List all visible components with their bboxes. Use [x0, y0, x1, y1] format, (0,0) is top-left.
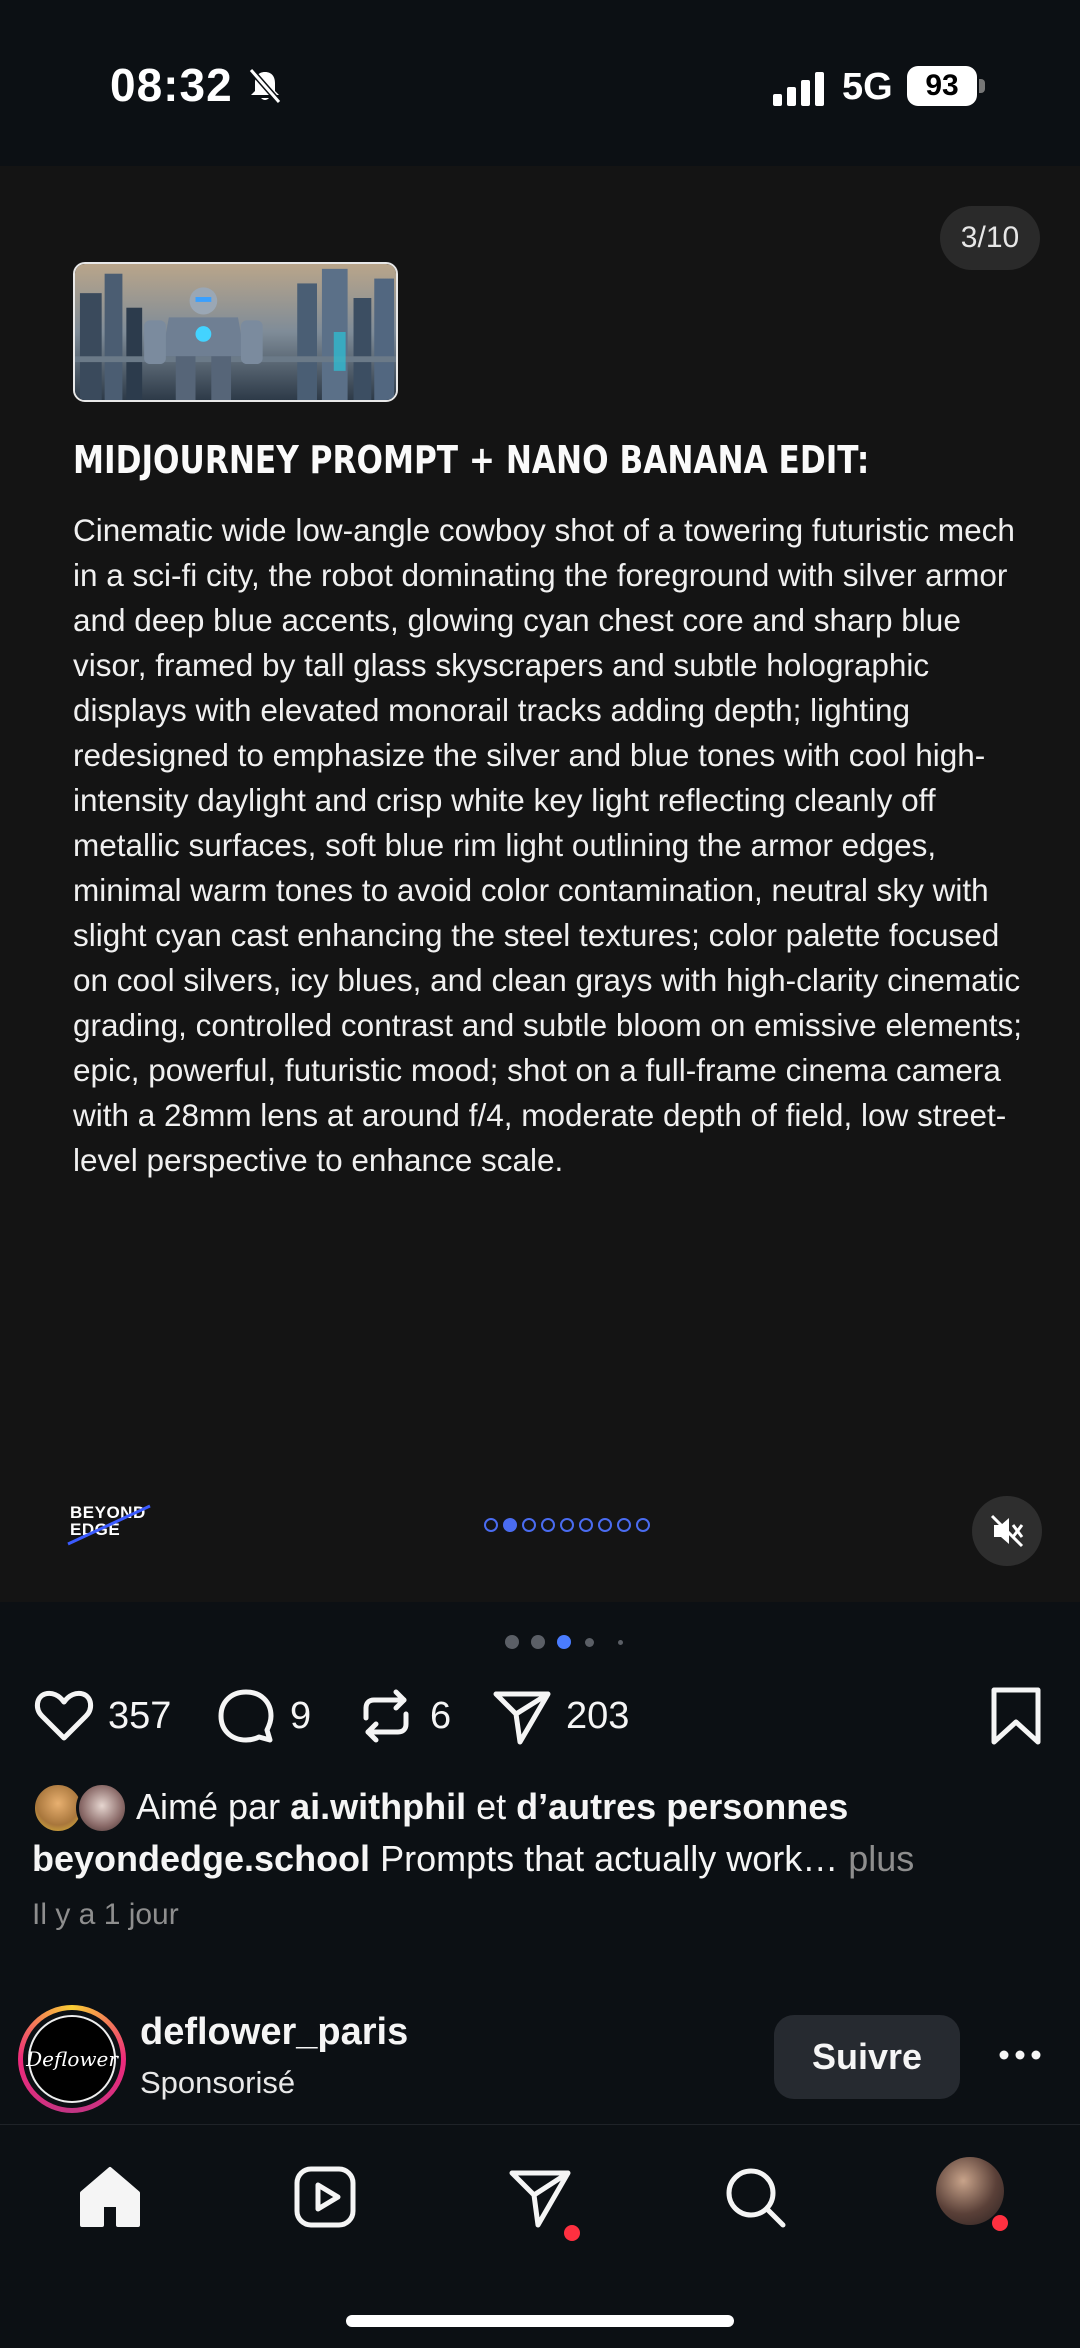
slide-dot [522, 1518, 536, 1532]
beyond-edge-logo: BEYOND EDGE [64, 1502, 154, 1548]
comment-count: 9 [290, 1694, 312, 1737]
slide-dot [579, 1518, 593, 1532]
caption-text: Prompts that actually work… [380, 1838, 839, 1879]
brand-slash-mark [67, 1504, 151, 1546]
slide-dot [560, 1518, 574, 1532]
slide-dot-active [503, 1518, 517, 1532]
silent-bell-icon [248, 68, 282, 104]
screen: 08:32 5G 93 3/10 MIDJOURNEY PROMPT + NAN… [0, 0, 1080, 2348]
follow-button[interactable]: Suivre [774, 2015, 960, 2099]
like-action[interactable]: 357 [32, 1680, 171, 1752]
slide-prompt-text: Cinematic wide low-angle cowboy shot of … [73, 512, 1023, 1178]
more-options-icon[interactable] [996, 2035, 1044, 2075]
slide-dot [598, 1518, 612, 1532]
repost-action[interactable]: 6 [354, 1680, 451, 1752]
post-timestamp: Il y a 1 jour [32, 1898, 179, 1931]
caption-username[interactable]: beyondedge.school [32, 1838, 370, 1879]
liked-by-line[interactable]: Aimé par ai.withphil et d’autres personn… [32, 1778, 848, 1836]
liked-by-prefix: Aimé par [136, 1786, 281, 1827]
carousel-dot [618, 1640, 623, 1645]
sponsored-label: Sponsorisé [140, 2065, 296, 2100]
carousel-dot [585, 1638, 594, 1647]
carousel-indicator [505, 1635, 625, 1649]
next-post-username[interactable]: deflower_paris [140, 2011, 408, 2054]
battery-icon: 93 [907, 66, 985, 106]
speaker-muted-icon [990, 1514, 1024, 1548]
story-ring-gap: Deflower [23, 2010, 121, 2108]
bookmark-icon [991, 1687, 1041, 1745]
comment-icon [218, 1689, 274, 1743]
profile-notification-dot [992, 2215, 1008, 2231]
status-bar: 08:32 5G 93 [0, 0, 1080, 166]
network-type: 5G [842, 66, 893, 108]
post-caption[interactable]: beyondedge.school Prompts that actually … [32, 1838, 914, 1880]
bottom-tab-bar [0, 2124, 1080, 2348]
repost-icon [363, 1689, 409, 1743]
save-action[interactable] [984, 1680, 1048, 1752]
direct-notification-dot [564, 2225, 580, 2241]
share-count: 203 [566, 1694, 630, 1737]
liked-by-others[interactable]: d’autres personnes [516, 1786, 848, 1828]
battery-level: 93 [907, 66, 977, 106]
liker-avatars [32, 1780, 130, 1834]
post-media-slide[interactable]: 3/10 MIDJOURNEY PROMPT + NANO BANANA EDI… [0, 166, 1080, 1602]
reels-icon[interactable] [289, 2161, 361, 2233]
story-ring[interactable]: Deflower [18, 2005, 126, 2113]
search-icon[interactable] [719, 2161, 791, 2233]
liked-by-joiner: et [476, 1786, 507, 1827]
slide-dot [484, 1518, 498, 1532]
home-indicator[interactable] [346, 2315, 734, 2327]
clock: 08:32 [110, 59, 233, 111]
share-icon [493, 1691, 551, 1745]
heart-icon [35, 1690, 93, 1741]
comment-action[interactable]: 9 [214, 1680, 311, 1752]
profile-avatar[interactable] [936, 2157, 1004, 2225]
liker-avatar [76, 1782, 128, 1834]
like-count: 357 [108, 1694, 172, 1737]
direct-messages-icon[interactable] [504, 2161, 576, 2233]
deflower-avatar: Deflower [26, 2015, 118, 2103]
carousel-dot [531, 1635, 545, 1649]
post-actions: 357 9 6 203 [0, 1680, 1080, 1752]
carousel-dot-active [557, 1635, 571, 1649]
share-action[interactable]: 203 [490, 1680, 629, 1752]
home-icon[interactable] [74, 2161, 146, 2233]
slide-dot [541, 1518, 555, 1532]
repost-count: 6 [430, 1694, 452, 1737]
next-post-header: Deflower deflower_paris Sponsorisé Suivr… [0, 1995, 1080, 2115]
slide-dot [617, 1518, 631, 1532]
mech-city-thumbnail [73, 262, 398, 402]
mute-button[interactable] [972, 1496, 1042, 1566]
caption-more-link[interactable]: plus [848, 1838, 914, 1879]
slide-progress-dots [484, 1518, 650, 1532]
cell-signal-icon [773, 72, 824, 106]
carousel-dot [505, 1635, 519, 1649]
battery-nub [979, 79, 985, 93]
liked-by-user[interactable]: ai.withphil [290, 1786, 466, 1828]
slide-dot [636, 1518, 650, 1532]
slide-counter: 3/10 [940, 206, 1040, 270]
slide-title: MIDJOURNEY PROMPT + NANO BANANA EDIT: [73, 438, 870, 482]
